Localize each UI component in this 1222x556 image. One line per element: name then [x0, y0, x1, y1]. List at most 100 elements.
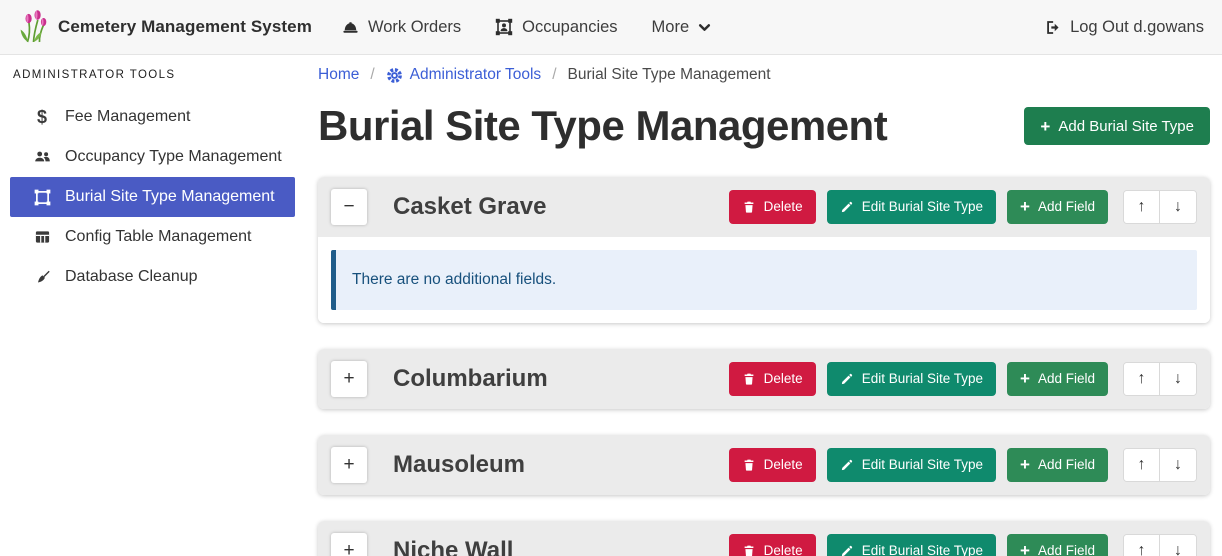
plus-icon: + [1020, 456, 1030, 473]
sidebar-item-fee-management[interactable]: $ Fee Management [10, 97, 295, 137]
panel-toggle-button[interactable]: + [331, 361, 367, 397]
panel-toggle-button[interactable]: − [331, 189, 367, 225]
breadcrumb-home-link[interactable]: Home [318, 66, 359, 84]
add-field-button-label: Add Field [1038, 543, 1095, 556]
no-fields-alert-text: There are no additional fields. [352, 271, 556, 288]
users-icon [31, 149, 53, 165]
move-down-button[interactable]: ↓ [1160, 449, 1196, 481]
plus-icon: + [1020, 198, 1030, 215]
add-field-button[interactable]: + Add Field [1007, 190, 1108, 224]
tulip-logo-icon [18, 9, 48, 45]
nav-more[interactable]: More [652, 18, 712, 37]
navbar-menu: Work Orders Occupancies More [342, 18, 711, 37]
move-up-button[interactable]: ↑ [1124, 363, 1160, 395]
delete-button-label: Delete [764, 199, 803, 214]
panel-body: There are no additional fields. [318, 237, 1210, 323]
main-content: Home / Administrator Tools / Burial Site… [295, 55, 1222, 556]
breadcrumb: Home / Administrator Tools / Burial Site… [318, 66, 1210, 84]
plus-icon: + [1040, 118, 1050, 135]
arrow-down-icon: ↓ [1174, 198, 1182, 215]
move-down-button[interactable]: ↓ [1160, 363, 1196, 395]
delete-button-label: Delete [764, 457, 803, 472]
breadcrumb-current: Burial Site Type Management [568, 66, 771, 84]
sidebar-item-database-cleanup[interactable]: Database Cleanup [10, 257, 295, 297]
app-brand[interactable]: Cemetery Management System [18, 9, 312, 45]
add-field-button-label: Add Field [1038, 199, 1095, 214]
edit-burial-site-type-button[interactable]: Edit Burial Site Type [827, 362, 996, 396]
delete-button[interactable]: Delete [729, 534, 816, 556]
breadcrumb-separator: / [552, 66, 556, 84]
delete-button[interactable]: Delete [729, 362, 816, 396]
panel-title: Columbarium [393, 365, 548, 393]
no-fields-alert: There are no additional fields. [331, 250, 1197, 310]
add-burial-site-type-label: Add Burial Site Type [1058, 118, 1194, 135]
add-field-button[interactable]: + Add Field [1007, 362, 1108, 396]
move-down-button[interactable]: ↓ [1160, 535, 1196, 556]
pencil-icon [840, 544, 854, 556]
edit-button-label: Edit Burial Site Type [862, 371, 983, 386]
edit-burial-site-type-button[interactable]: Edit Burial Site Type [827, 534, 996, 556]
move-up-button[interactable]: ↑ [1124, 449, 1160, 481]
top-navbar: Cemetery Management System Work Orders [0, 0, 1222, 55]
nav-work-orders-label: Work Orders [368, 18, 461, 37]
add-field-button-label: Add Field [1038, 371, 1095, 386]
burial-site-type-panel: + Niche Wall Delete [318, 521, 1210, 556]
nav-occupancies-label: Occupancies [522, 18, 617, 37]
burial-site-type-panel: + Mausoleum Delete [318, 435, 1210, 495]
sidebar-item-label: Database Cleanup [65, 268, 198, 286]
panel-toggle-button[interactable]: + [331, 533, 367, 556]
reorder-button-group: ↑ ↓ [1123, 448, 1197, 482]
add-burial-site-type-button[interactable]: + Add Burial Site Type [1024, 107, 1210, 145]
nav-work-orders[interactable]: Work Orders [342, 18, 461, 37]
panel-toggle-glyph: + [343, 540, 354, 556]
move-up-button[interactable]: ↑ [1124, 191, 1160, 223]
panel-toggle-glyph: + [343, 454, 354, 475]
panel-actions: Delete Edit Burial Site Type + Add Field [729, 190, 1197, 224]
delete-button[interactable]: Delete [729, 448, 816, 482]
edit-button-label: Edit Burial Site Type [862, 457, 983, 472]
page-title: Burial Site Type Management [318, 100, 887, 153]
broom-icon [31, 269, 53, 285]
trash-icon [742, 200, 756, 214]
panel-header: + Columbarium Delete [318, 349, 1210, 409]
panel-header: + Mausoleum Delete [318, 435, 1210, 495]
edit-burial-site-type-button[interactable]: Edit Burial Site Type [827, 190, 996, 224]
add-field-button-label: Add Field [1038, 457, 1095, 472]
edit-burial-site-type-button[interactable]: Edit Burial Site Type [827, 448, 996, 482]
add-field-button[interactable]: + Add Field [1007, 448, 1108, 482]
logout-icon [1044, 19, 1061, 36]
plus-icon: + [1020, 542, 1030, 556]
burial-site-type-panel: + Columbarium Delete [318, 349, 1210, 409]
trash-icon [742, 458, 756, 472]
sidebar-item-label: Burial Site Type Management [65, 188, 275, 206]
nav-more-label: More [652, 18, 690, 37]
reorder-button-group: ↑ ↓ [1123, 190, 1197, 224]
vector-square-icon [31, 189, 53, 206]
add-field-button[interactable]: + Add Field [1007, 534, 1108, 556]
move-down-button[interactable]: ↓ [1160, 191, 1196, 223]
breadcrumb-admin-tools-link[interactable]: Administrator Tools [386, 66, 542, 84]
edit-button-label: Edit Burial Site Type [862, 543, 983, 556]
sidebar-item-occupancy-type-management[interactable]: Occupancy Type Management [10, 137, 295, 177]
sidebar-item-label: Fee Management [65, 108, 190, 126]
arrow-down-icon: ↓ [1174, 542, 1182, 556]
panel-title: Casket Grave [393, 193, 546, 221]
hard-hat-icon [342, 19, 359, 36]
sidebar-item-burial-site-type-management[interactable]: Burial Site Type Management [10, 177, 295, 217]
app-title: Cemetery Management System [58, 17, 312, 37]
admin-sidebar: ADMINISTRATOR TOOLS $ Fee Management Occ… [0, 55, 295, 556]
plus-icon: + [1020, 370, 1030, 387]
nav-occupancies[interactable]: Occupancies [495, 18, 617, 37]
panel-actions: Delete Edit Burial Site Type + Add Field [729, 362, 1197, 396]
sidebar-item-label: Config Table Management [65, 228, 252, 246]
panel-title: Mausoleum [393, 451, 525, 479]
panel-actions: Delete Edit Burial Site Type + Add Field [729, 448, 1197, 482]
arrow-up-icon: ↑ [1138, 198, 1146, 215]
sidebar-item-config-table-management[interactable]: Config Table Management [10, 217, 295, 257]
move-up-button[interactable]: ↑ [1124, 535, 1160, 556]
panel-toggle-button[interactable]: + [331, 447, 367, 483]
dollar-icon: $ [31, 107, 53, 128]
delete-button[interactable]: Delete [729, 190, 816, 224]
reorder-button-group: ↑ ↓ [1123, 362, 1197, 396]
logout-link[interactable]: Log Out d.gowans [1044, 18, 1204, 37]
